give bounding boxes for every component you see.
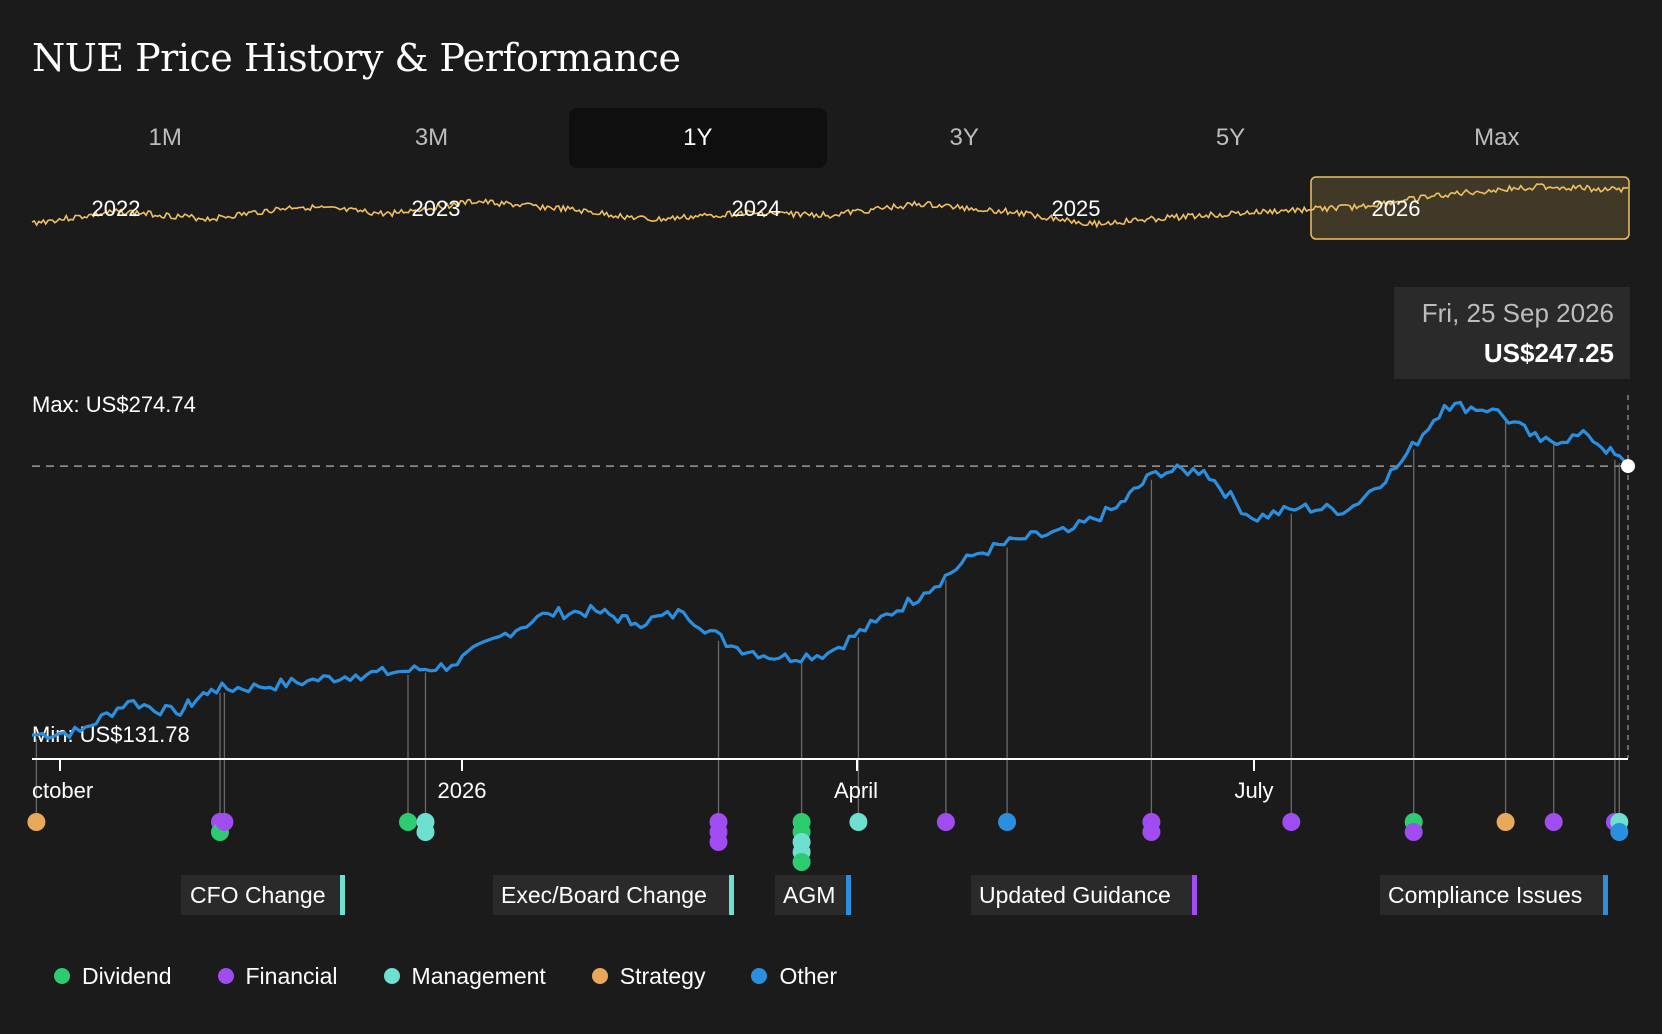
event-dot-financial[interactable] [709, 833, 728, 851]
navigator-year-label: 2025 [1052, 196, 1101, 221]
navigator-year-label: 2026 [1372, 196, 1421, 221]
legend-label: Dividend [82, 962, 172, 989]
navigator-year-label: 2023 [412, 196, 461, 221]
event-dot-financial[interactable] [936, 813, 955, 831]
event-dot-management[interactable] [849, 813, 868, 831]
annotation-compliance-issues[interactable]: Compliance Issues [1380, 875, 1608, 915]
legend-item-management[interactable]: Management [383, 962, 546, 990]
navigator-selection[interactable] [1310, 176, 1630, 240]
range-navigator[interactable]: 2022 2023 2024 2025 2026 [31, 176, 1630, 240]
legend-dot [751, 968, 768, 984]
annotation-exec-board-change[interactable]: Exec/Board Change [493, 875, 734, 915]
annotation-agm[interactable]: AGM [775, 875, 851, 915]
event-dot-strategy[interactable] [1496, 813, 1515, 831]
price-line [31, 400, 1630, 741]
legend-label: Management [411, 962, 546, 989]
navigator-year-label: 2022 [92, 196, 141, 221]
annotation-label: Updated Guidance [979, 882, 1171, 908]
event-dot-financial[interactable] [1282, 813, 1301, 831]
event-lines [35, 421, 1620, 822]
price-chart[interactable]: 2022 2023 2024 2025 2026 Fri, 25 Sep 202… [0, 0, 1662, 1034]
legend-dot [217, 968, 234, 984]
x-tick-label: July [1234, 778, 1273, 803]
event-dot-financial[interactable] [215, 813, 234, 831]
annotation-bar [1192, 875, 1197, 915]
annotation-label: Compliance Issues [1388, 882, 1582, 908]
annotation-updated-guidance[interactable]: Updated Guidance [971, 875, 1197, 915]
navigator-year-label: 2024 [732, 196, 781, 221]
legend-dot [54, 968, 70, 984]
legend-label: Other [779, 962, 837, 989]
annotation-bar [1603, 875, 1608, 915]
annotation-bar [340, 875, 345, 915]
legend-item-financial[interactable]: Financial [217, 962, 338, 990]
event-legend: Dividend Financial Management Strategy O… [54, 958, 883, 994]
annotation-label: Exec/Board Change [501, 882, 707, 908]
x-tick-label: April [834, 778, 878, 803]
annotation-label: CFO Change [190, 882, 326, 908]
legend-dot [591, 968, 608, 984]
event-dot-financial[interactable] [1544, 813, 1563, 831]
x-tick-label: 2026 [438, 778, 487, 803]
tooltip-price: US$247.25 [1484, 338, 1614, 368]
x-axis-ticks [59, 759, 1255, 771]
annotation-label: AGM [783, 882, 835, 908]
price-tooltip: Fri, 25 Sep 2026 US$247.25 [1394, 287, 1630, 379]
tooltip-date: Fri, 25 Sep 2026 [1422, 298, 1614, 328]
x-tick-label: ctober [32, 778, 93, 803]
max-label: Max: US$274.74 [32, 392, 196, 417]
event-dot-management[interactable] [416, 823, 435, 841]
event-dot-dividend[interactable] [399, 813, 417, 831]
legend-item-dividend[interactable]: Dividend [54, 963, 172, 990]
legend-label: Financial [245, 962, 338, 989]
event-dot-dividend[interactable] [792, 853, 811, 871]
event-dot-other[interactable] [1610, 823, 1629, 841]
legend-item-strategy[interactable]: Strategy [591, 962, 706, 990]
annotation-cfo-change[interactable]: CFO Change [181, 875, 345, 915]
event-dot-financial[interactable] [1404, 823, 1423, 841]
legend-dot [383, 968, 400, 984]
event-dot-financial[interactable] [1142, 823, 1161, 841]
annotation-bar [846, 875, 851, 915]
legend-item-other[interactable]: Other [751, 963, 837, 990]
price-endpoint [1621, 459, 1635, 474]
annotation-bar [729, 875, 734, 915]
event-dot-strategy[interactable] [27, 813, 46, 831]
event-markers[interactable] [27, 813, 1629, 871]
legend-label: Strategy [619, 962, 706, 989]
event-dot-other[interactable] [998, 813, 1017, 831]
